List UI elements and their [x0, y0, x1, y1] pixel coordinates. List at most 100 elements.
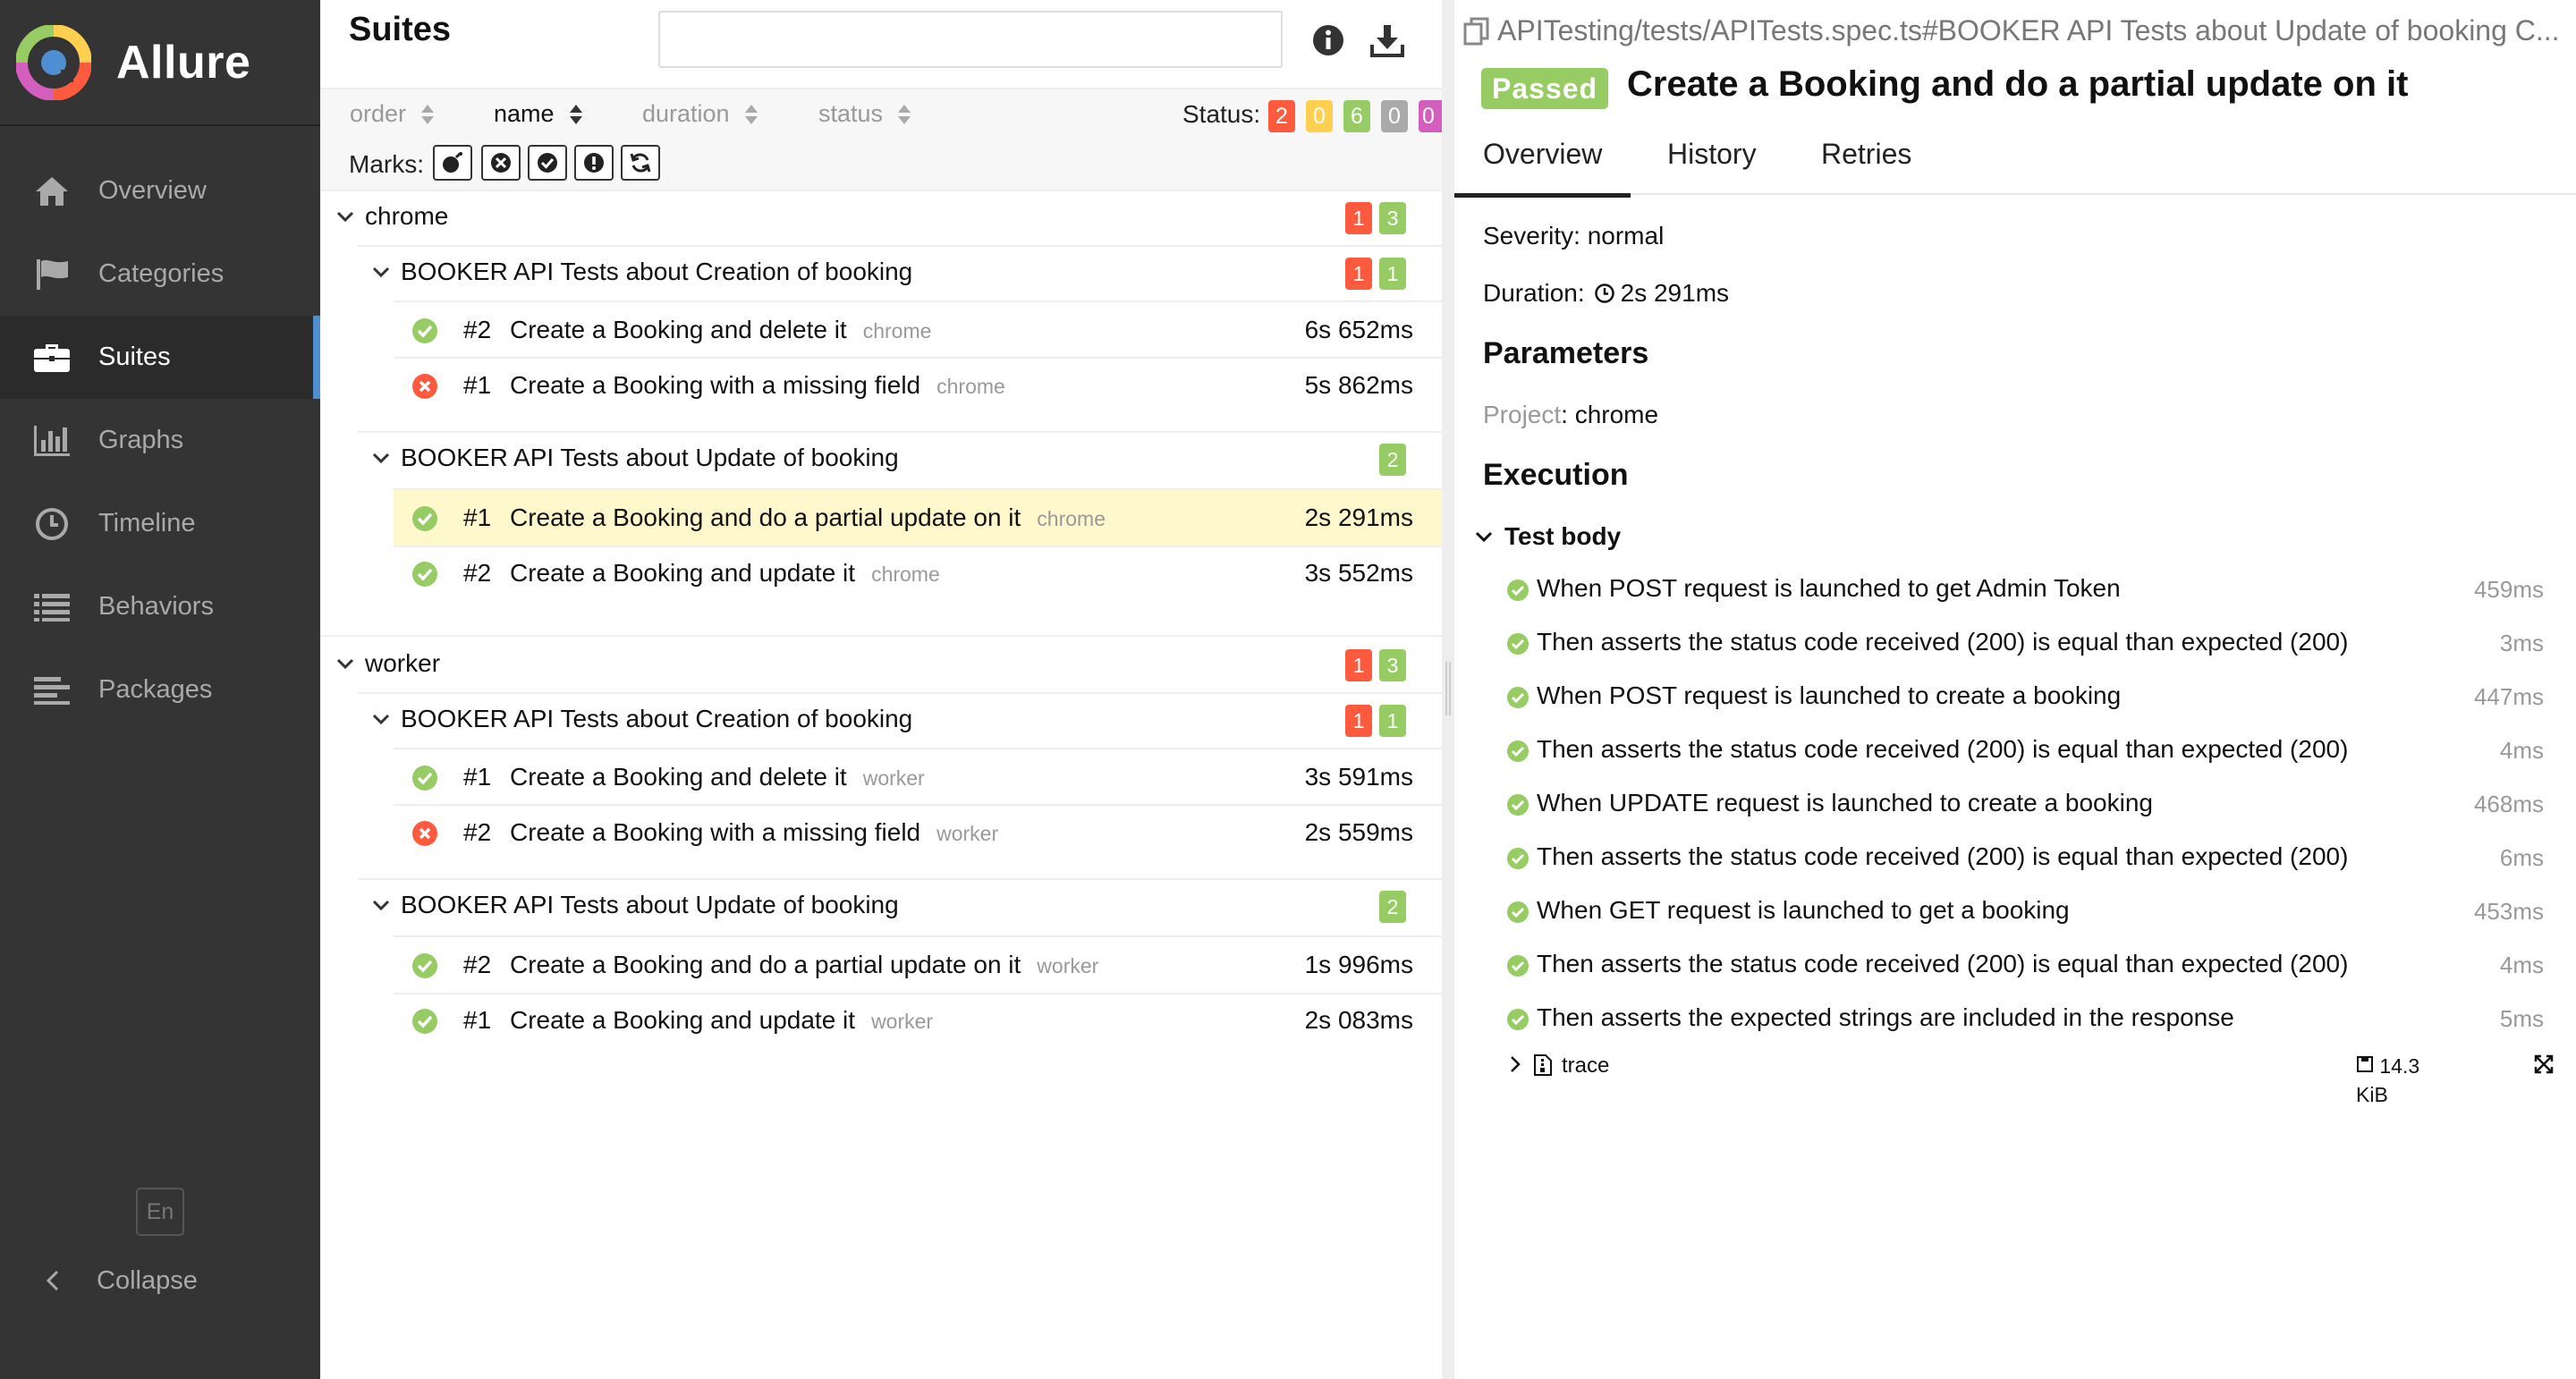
sidebar-item-label: Categories — [98, 259, 225, 288]
step-row[interactable]: When POST request is launched to get Adm… — [1506, 563, 2553, 617]
passed-count-badge: 3 — [1379, 202, 1406, 234]
download-icon[interactable] — [1368, 21, 1406, 59]
sidebar-item-behaviors[interactable]: Behaviors — [0, 565, 320, 648]
step-duration: 4ms — [2499, 952, 2544, 978]
test-name: Create a Booking with a missing field — [510, 818, 921, 846]
test-body-toggle[interactable]: Test body — [1474, 522, 1621, 551]
step-row[interactable]: When GET request is launched to get a bo… — [1506, 885, 2553, 939]
status-filter-passed[interactable]: 6 — [1343, 100, 1370, 132]
test-row[interactable]: #1 Create a Booking with a missing field… — [394, 358, 1442, 413]
test-row[interactable]: #2 Create a Booking and update it chrome … — [394, 546, 1442, 601]
test-duration: 3s 552ms — [1304, 559, 1413, 587]
mark-flaky-button[interactable] — [433, 145, 472, 181]
sidebar-item-packages[interactable]: Packages — [0, 648, 320, 732]
test-row[interactable]: #1 Create a Booking and update it worker … — [394, 993, 1442, 1048]
status-filter-failed[interactable]: 2 — [1268, 100, 1295, 132]
step-row[interactable]: Then asserts the status code received (2… — [1506, 832, 2553, 885]
test-row[interactable]: #2 Create a Booking and do a partial upd… — [394, 937, 1442, 993]
sidebar-item-suites[interactable]: Suites — [0, 316, 320, 399]
sort-label: order — [350, 100, 407, 127]
subgroup-row[interactable]: BOOKER API Tests about Creation of booki… — [320, 245, 1442, 300]
step-row[interactable]: Then asserts the status code received (2… — [1506, 724, 2553, 778]
test-body-label: Test body — [1504, 522, 1622, 550]
passed-step-icon — [1507, 740, 1529, 762]
test-row[interactable]: #2 Create a Booking and delete it chrome … — [394, 302, 1442, 358]
sort-order[interactable]: order — [350, 100, 435, 128]
app-name: Allure — [116, 36, 251, 89]
sidebar-item-timeline[interactable]: Timeline — [0, 482, 320, 565]
exclamation-circle-icon — [584, 153, 604, 173]
step-row[interactable]: When UPDATE request is launched to creat… — [1506, 778, 2553, 832]
sidebar-item-categories[interactable]: Categories — [0, 233, 320, 316]
language-button[interactable]: En — [136, 1188, 184, 1236]
duration-line: Duration: 2s 291ms — [1483, 279, 1729, 308]
file-archive-icon — [1534, 1054, 1552, 1076]
test-name-wrap: Create a Booking and do a partial update… — [510, 951, 1098, 979]
attachment-row[interactable]: trace 14.3 KiB — [1506, 1048, 2555, 1111]
step-duration: 468ms — [2473, 791, 2544, 817]
status-filter-broken[interactable]: 0 — [1306, 100, 1333, 132]
info-icon[interactable] — [1309, 21, 1347, 59]
passed-step-icon — [1507, 687, 1529, 708]
duration-label: Duration: — [1483, 279, 1585, 307]
test-tag: worker — [871, 1010, 934, 1033]
chevron-down-icon — [1475, 531, 1493, 543]
chevron-down-icon — [372, 266, 390, 278]
failed-count-badge: 1 — [1345, 202, 1372, 234]
step-row[interactable]: Then asserts the status code received (2… — [1506, 617, 2553, 671]
tab-history[interactable]: History — [1667, 138, 1757, 171]
test-row-selected[interactable]: #1 Create a Booking and do a partial upd… — [394, 490, 1442, 546]
group-row-chrome[interactable]: chrome 1 3 — [320, 190, 1442, 245]
test-tag: worker — [936, 822, 999, 845]
sort-status[interactable]: status — [818, 100, 911, 128]
failed-status-icon — [412, 374, 437, 399]
chevron-down-icon — [372, 714, 390, 725]
chevron-right-icon — [1511, 1056, 1521, 1072]
step-row[interactable]: When POST request is launched to create … — [1506, 671, 2553, 724]
attachment-name: trace — [1562, 1053, 1610, 1078]
test-name: Create a Booking and update it — [510, 559, 856, 587]
test-row[interactable]: #2 Create a Booking with a missing field… — [394, 805, 1442, 860]
sidebar-item-label: Behaviors — [98, 592, 214, 621]
failed-status-icon — [412, 821, 437, 846]
passed-count-badge: 2 — [1379, 891, 1406, 923]
group-row-worker[interactable]: worker 1 3 — [320, 637, 1442, 692]
sidebar-item-label: Graphs — [98, 426, 184, 454]
test-row[interactable]: #1 Create a Booking and delete it worker … — [394, 749, 1442, 805]
collapse-button[interactable]: Collapse — [0, 1252, 320, 1309]
mark-retries-button[interactable] — [621, 145, 660, 181]
mark-new-failed-button[interactable] — [481, 145, 521, 181]
subgroup-row[interactable]: BOOKER API Tests about Update of booking… — [320, 431, 1442, 486]
step-row[interactable]: Then asserts the expected strings are in… — [1506, 993, 2553, 1046]
copy-icon[interactable] — [1463, 17, 1490, 46]
passed-status-icon — [412, 1009, 437, 1034]
step-name: When POST request is launched to get Adm… — [1537, 574, 2121, 602]
search-input[interactable] — [658, 11, 1283, 68]
sort-icon — [421, 104, 435, 124]
status-filter-unknown[interactable]: 0 — [1419, 100, 1442, 132]
status-filter-skipped[interactable]: 0 — [1381, 100, 1408, 132]
sort-label: duration — [642, 100, 730, 127]
test-name-wrap: Create a Booking and delete it worker — [510, 763, 925, 791]
mark-new-passed-button[interactable] — [528, 145, 567, 181]
test-name-wrap: Create a Booking and update it chrome — [510, 559, 940, 588]
step-row[interactable]: Then asserts the status code received (2… — [1506, 939, 2553, 993]
clock-icon — [1594, 283, 1614, 303]
sidebar-item-graphs[interactable]: Graphs — [0, 399, 320, 482]
subgroup-row[interactable]: BOOKER API Tests about Creation of booki… — [320, 692, 1442, 748]
test-name-wrap: Create a Booking with a missing field chr… — [510, 371, 1005, 400]
sort-name[interactable]: name — [494, 100, 583, 128]
subgroup-row[interactable]: BOOKER API Tests about Update of booking… — [320, 878, 1442, 934]
step-name: Then asserts the status code received (2… — [1537, 950, 2349, 977]
step-name: Then asserts the status code received (2… — [1537, 628, 2349, 656]
tab-overview[interactable]: Overview — [1453, 138, 1631, 198]
parameters-heading: Parameters — [1483, 336, 1649, 370]
tab-retries[interactable]: Retries — [1821, 138, 1911, 171]
sidebar-item-overview[interactable]: Overview — [0, 149, 320, 233]
expand-icon[interactable] — [2533, 1053, 2555, 1075]
drag-handle-icon[interactable] — [1445, 662, 1452, 715]
mark-new-broken-button[interactable] — [574, 145, 614, 181]
sort-duration[interactable]: duration — [642, 100, 758, 128]
brand[interactable]: Allure — [0, 0, 320, 126]
group-name: chrome — [365, 202, 449, 230]
